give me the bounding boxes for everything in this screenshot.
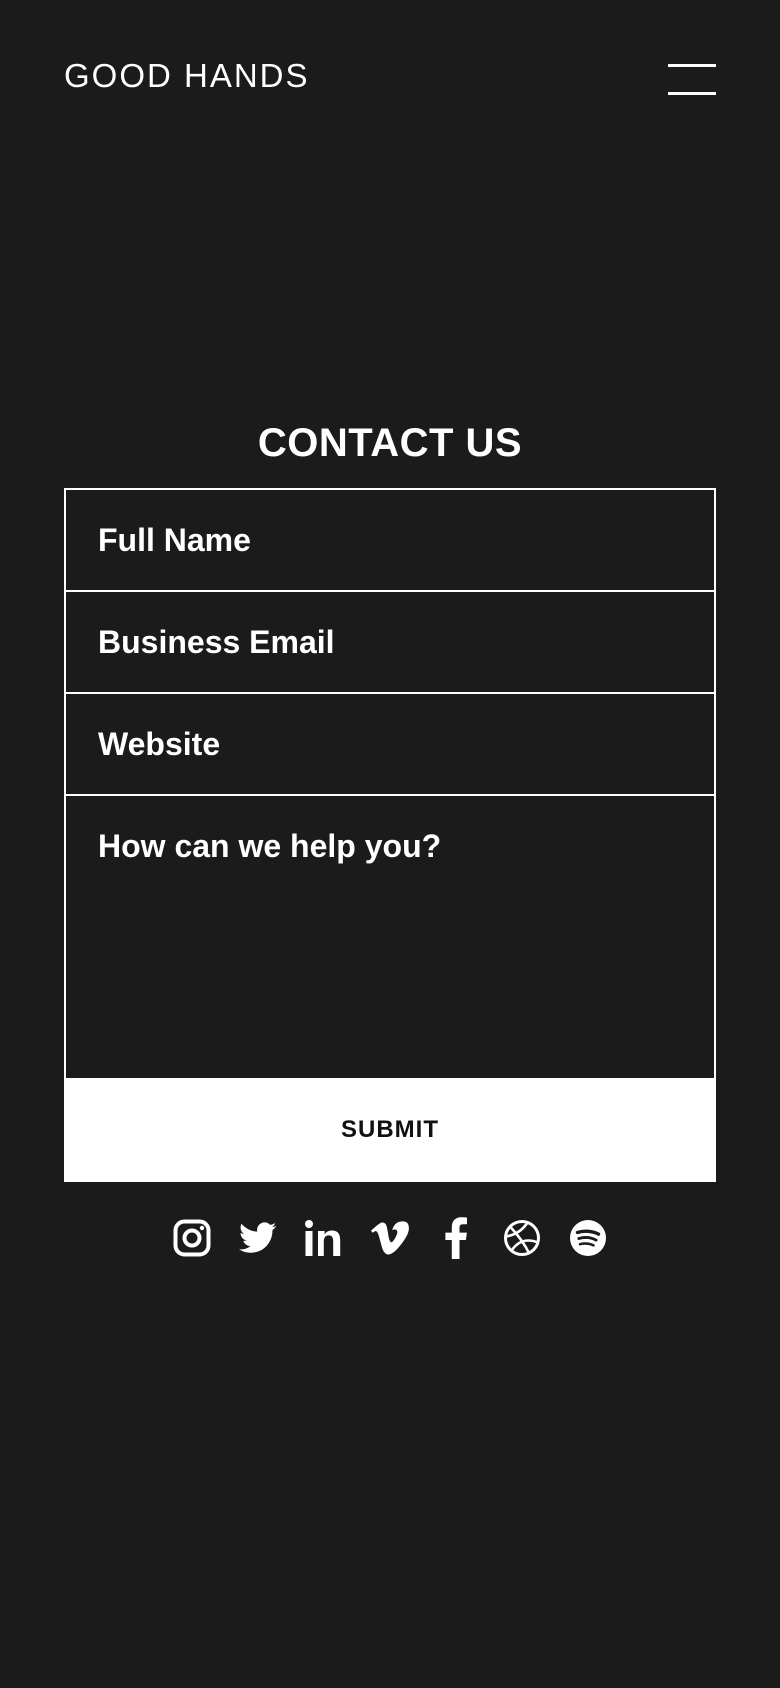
- instagram-icon: [173, 1219, 211, 1257]
- contact-form: SUBMIT: [64, 488, 716, 1182]
- linkedin-icon: [305, 1220, 341, 1256]
- website-input[interactable]: [64, 692, 716, 796]
- menu-bar-bottom: [668, 92, 716, 95]
- message-textarea[interactable]: [64, 794, 716, 1080]
- dribbble-icon: [504, 1220, 540, 1256]
- twitter-link[interactable]: [225, 1212, 291, 1264]
- facebook-icon: [445, 1217, 467, 1259]
- site-header: GOOD HANDS: [0, 0, 780, 160]
- dribbble-link[interactable]: [489, 1212, 555, 1264]
- brand-logo[interactable]: GOOD HANDS: [64, 56, 310, 96]
- contact-title: CONTACT US: [257, 421, 523, 465]
- full-name-input[interactable]: [64, 488, 716, 592]
- business-email-input[interactable]: [64, 590, 716, 694]
- twitter-icon: [239, 1222, 277, 1253]
- facebook-link[interactable]: [423, 1212, 489, 1264]
- social-links: [0, 1212, 780, 1264]
- hamburger-menu-icon[interactable]: [668, 64, 716, 96]
- menu-bar-top: [668, 64, 716, 67]
- vimeo-link[interactable]: [357, 1212, 423, 1264]
- spotify-link[interactable]: [555, 1212, 621, 1264]
- instagram-link[interactable]: [159, 1212, 225, 1264]
- submit-button[interactable]: SUBMIT: [64, 1078, 716, 1182]
- vimeo-icon: [371, 1221, 409, 1255]
- linkedin-link[interactable]: [291, 1212, 357, 1264]
- spotify-icon: [570, 1220, 606, 1256]
